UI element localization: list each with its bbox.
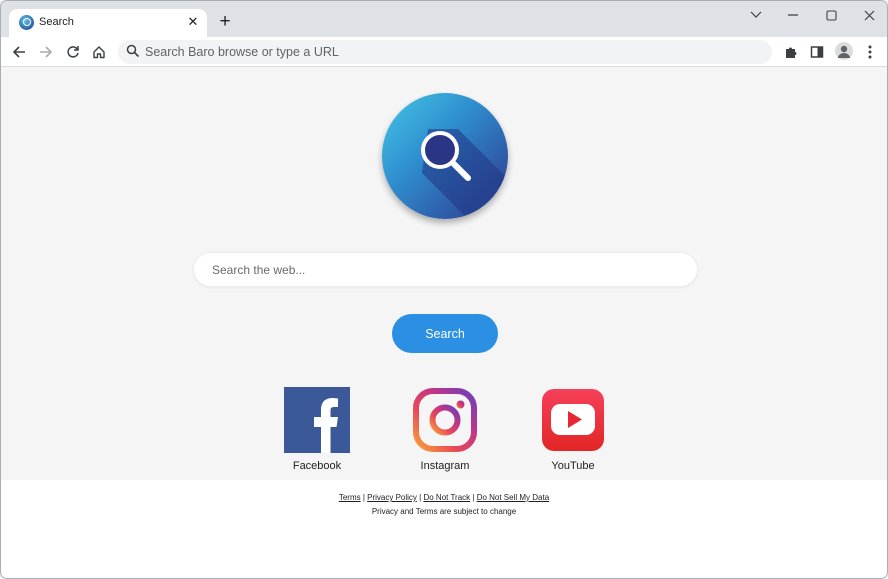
tab-search-dropdown-icon[interactable]	[741, 6, 771, 24]
browser-window: Search ✕ + Search Baro browse or type a …	[0, 0, 888, 579]
forward-arrow-icon	[40, 46, 53, 58]
shortcut-label: Facebook	[292, 460, 342, 472]
omnibox-input[interactable]	[145, 40, 745, 64]
home-icon	[93, 46, 105, 59]
browser-toolbar	[1, 37, 887, 67]
search-icon	[126, 44, 140, 58]
facebook-icon	[284, 387, 350, 453]
youtube-icon	[542, 389, 604, 451]
tab-strip: Search ✕ +	[1, 1, 887, 37]
home-button[interactable]	[88, 41, 110, 63]
magnifier-logo-icon	[421, 129, 508, 219]
minimize-icon[interactable]	[778, 6, 808, 24]
do-not-sell-link[interactable]: Do Not Sell My Data	[477, 493, 549, 502]
baro-logo	[382, 93, 508, 219]
reload-button[interactable]	[62, 41, 84, 63]
extensions-button[interactable]	[780, 41, 802, 63]
forward-button[interactable]	[35, 41, 57, 63]
reload-icon	[67, 46, 79, 58]
page-footer: Terms | Privacy Policy | Do Not Track | …	[1, 480, 887, 578]
puzzle-icon	[786, 47, 797, 58]
tab-close-icon[interactable]: ✕	[185, 14, 201, 30]
maximize-icon[interactable]	[816, 6, 846, 24]
tab-title: Search	[39, 16, 74, 28]
search-button[interactable]: Search	[392, 314, 498, 353]
close-window-icon[interactable]	[854, 6, 884, 24]
web-search-field[interactable]	[193, 252, 698, 287]
privacy-policy-link[interactable]: Privacy Policy	[367, 493, 417, 502]
more-vert-icon	[868, 45, 872, 59]
instagram-icon	[413, 388, 477, 452]
person-icon	[838, 45, 850, 58]
footer-links: Terms | Privacy Policy | Do Not Track | …	[338, 493, 550, 502]
terms-link[interactable]: Terms	[339, 493, 361, 502]
side-panel-button[interactable]	[806, 41, 828, 63]
profile-avatar[interactable]	[835, 42, 853, 60]
shortcut-label: Instagram	[420, 460, 470, 472]
tab-search[interactable]: Search ✕	[9, 9, 207, 37]
new-tab-button[interactable]: +	[215, 12, 235, 32]
menu-button[interactable]	[859, 41, 881, 63]
side-panel-icon	[810, 46, 824, 58]
back-button[interactable]	[8, 41, 30, 63]
baro-favicon-icon	[19, 15, 34, 30]
omnibox[interactable]	[118, 40, 772, 64]
footer-note: Privacy and Terms are subject to change	[371, 507, 517, 516]
shortcut-label: YouTube	[551, 460, 595, 472]
back-arrow-icon	[12, 46, 25, 58]
web-search-input[interactable]	[194, 253, 697, 286]
do-not-track-link[interactable]: Do Not Track	[423, 493, 470, 502]
search-page: Search Facebook	[1, 68, 887, 480]
